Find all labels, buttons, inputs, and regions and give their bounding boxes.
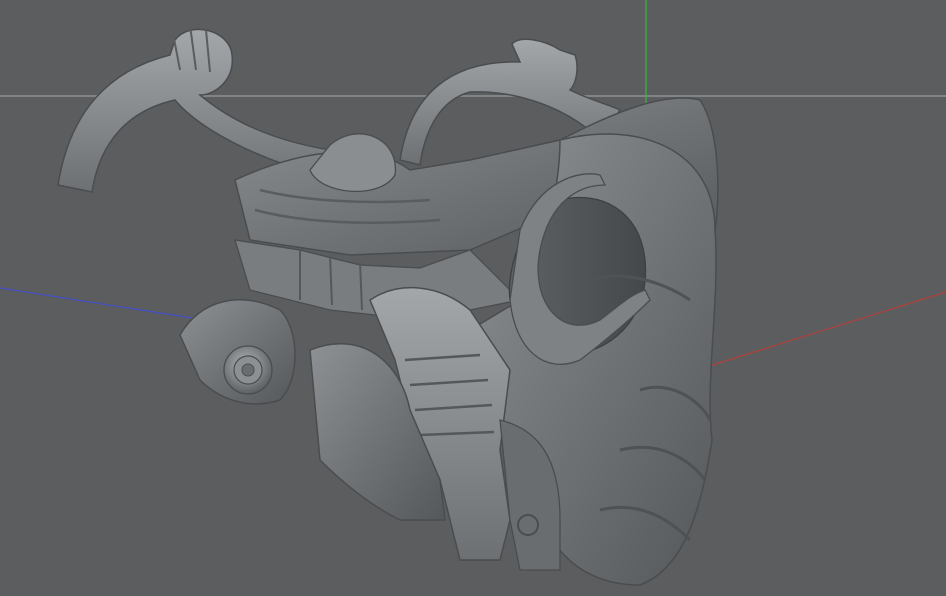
viewport-canvas[interactable] <box>0 0 946 596</box>
axis-x-line <box>689 291 946 373</box>
3d-viewport[interactable] <box>0 0 946 596</box>
brow-cushion <box>309 133 396 193</box>
sculpted-mask-model[interactable] <box>57 24 719 586</box>
left-eye-spiral <box>223 345 273 395</box>
axis-z-line <box>0 287 206 321</box>
